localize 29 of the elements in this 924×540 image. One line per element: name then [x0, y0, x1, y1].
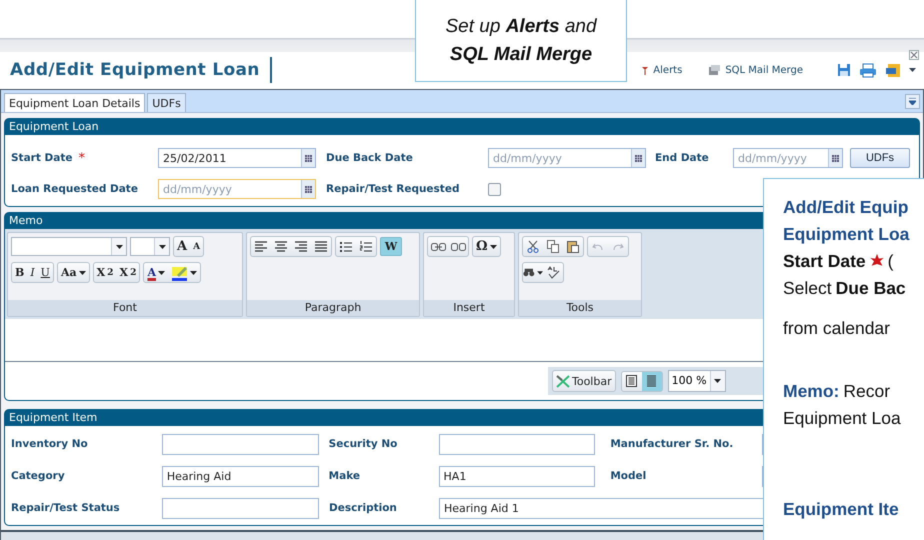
field-label: Model	[609, 470, 648, 482]
page-title: Add/Edit Equipment Loan	[10, 60, 260, 80]
callout-text: SQL Mail Merge	[450, 42, 592, 66]
required-mark: *	[78, 150, 85, 166]
field-label: Security No	[328, 438, 398, 450]
callout-heading: Memo:	[783, 380, 840, 402]
callout-text: Recor	[843, 380, 890, 402]
callout-text: Select Due Bac	[783, 276, 907, 300]
callout-text: (	[888, 250, 894, 272]
callout-text: Start Date	[783, 250, 866, 272]
group-label: Font	[8, 300, 242, 316]
callout-text: Set up Alerts and	[445, 14, 597, 38]
field-label: Due Back Date	[326, 152, 413, 164]
callout-heading: Equipment Ite	[783, 498, 900, 521]
field-label: Manufacturer Sr. No.	[609, 438, 734, 450]
field-label: Repair/Test Requested	[326, 183, 460, 195]
field-label: Loan Requested Date	[11, 183, 138, 195]
group-label: Paragraph	[247, 300, 419, 316]
field-label: Category	[10, 470, 66, 482]
group-label: Insert	[424, 300, 514, 316]
field-label: Description	[328, 502, 398, 514]
group-label: Tools	[519, 300, 641, 316]
callout-text: from calendar	[783, 316, 891, 340]
section-header: Equipment Loan	[4, 118, 920, 135]
field-label: Start Date	[11, 152, 72, 164]
field-label: Inventory No	[10, 438, 89, 450]
field-label: End Date	[655, 152, 709, 164]
field-label: Make	[328, 470, 362, 482]
field-label: Repair/Test Status	[10, 502, 121, 514]
